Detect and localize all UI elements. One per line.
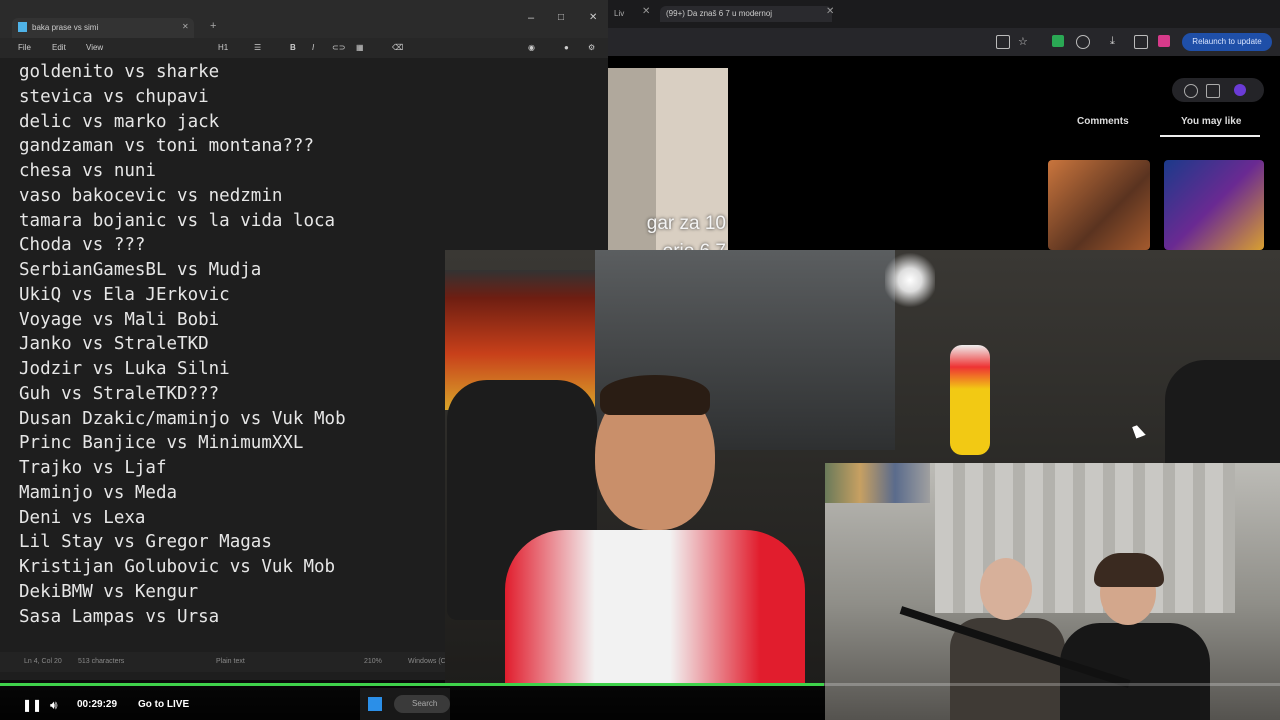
taskbar-search[interactable]: Search [394, 695, 450, 713]
editor-line: chesa vs nuni [19, 161, 156, 181]
editor-line: delic vs marko jack [19, 111, 220, 132]
streamer [485, 375, 805, 685]
editor-line: Choda vs ??? [19, 235, 146, 256]
editor-line: Jodzir vs Luka Silni [19, 359, 230, 379]
jersey [505, 530, 805, 685]
sidebar-icon[interactable] [1134, 35, 1148, 49]
face [980, 558, 1032, 620]
background-person [950, 345, 990, 455]
menu-edit[interactable]: Edit [52, 43, 66, 52]
editor-line: Voyage vs Mali Bobi [19, 309, 220, 330]
person-right [1060, 553, 1210, 720]
extension-icon[interactable] [1052, 35, 1064, 47]
editor-line: Maminjo vs Meda [19, 482, 178, 503]
editor-line: Princ Banjice vs MinimumXXL [19, 433, 304, 454]
menu-view[interactable]: View [86, 43, 103, 52]
editor-line: Lil Stay vs Gregor Magas [19, 532, 272, 553]
editor-line: Deni vs Lexa [19, 507, 146, 528]
new-tab-icon[interactable]: + [210, 20, 216, 32]
settings-icon[interactable]: ⚙ [588, 43, 595, 52]
tab-comments[interactable]: Comments [1077, 116, 1129, 127]
zoom-level[interactable]: 210% [364, 658, 382, 665]
editor-line: UkiQ vs Ela JErkovic [19, 284, 230, 305]
editor-line: Trajko vs Ljaf [19, 458, 167, 478]
account-icon[interactable]: ● [564, 43, 569, 52]
editor-line: tamara bojanic vs la vida loca [19, 210, 336, 231]
editor-line: SerbianGamesBL vs Mudja [19, 260, 262, 280]
editor-line: Janko vs StraleTKD [19, 334, 209, 355]
char-count: 513 characters [78, 658, 125, 665]
notepad-tab[interactable]: baka prase vs simi [12, 18, 194, 38]
browser-tab-active[interactable]: (99+) Da znaš 6 7 u modernoj [660, 6, 832, 22]
clear-format-icon[interactable]: ⌫ [392, 43, 403, 52]
lamp-light [885, 250, 935, 310]
star-icon[interactable]: ☆ [1018, 35, 1030, 48]
playback-time: 00:29:29 [77, 699, 118, 710]
copilot-icon[interactable]: ◉ [528, 43, 535, 52]
table-icon[interactable]: ▦ [356, 43, 364, 52]
tab-you-may-like[interactable]: You may like [1181, 116, 1241, 127]
editor-line: gandzaman vs toni montana??? [19, 136, 315, 157]
video-thumbnail[interactable] [1048, 160, 1150, 250]
volume-icon[interactable]: 🔊︎ [50, 698, 58, 713]
shelf [825, 463, 930, 503]
device-icon[interactable] [1206, 84, 1220, 98]
editor-line: Sasa Lampas vs Ursa [19, 606, 220, 627]
cursor-position: Ln 4, Col 20 [24, 658, 62, 665]
tab-underline [1160, 135, 1260, 137]
list-icon[interactable]: ☰ [254, 43, 261, 52]
close-tab-icon[interactable]: ✕ [182, 22, 189, 31]
close-icon[interactable]: ✕ [826, 6, 834, 17]
menu-file[interactable]: File [18, 43, 31, 52]
editor-line: Guh vs StraleTKD??? [19, 383, 220, 404]
pause-icon[interactable]: ❚❚ [22, 698, 42, 712]
block-icon[interactable] [1184, 84, 1198, 98]
extensions-icon[interactable] [1076, 35, 1090, 49]
close-icon[interactable]: ✕ [589, 12, 597, 23]
minimize-icon[interactable]: – [528, 12, 534, 24]
editor-line: Dusan Dzakic/maminjo vs Vuk Mob [19, 408, 346, 429]
browser-tabbar: Liv ✕ (99+) Da znaš 6 7 u modernoj ✕ [608, 0, 1280, 28]
maximize-icon[interactable]: □ [558, 12, 564, 23]
editor-line: stevica vs chupavi [19, 86, 209, 107]
notepad-titlebar: baka prase vs simi ✕ + – □ ✕ [0, 0, 608, 38]
heading-button[interactable]: H1 [218, 43, 228, 52]
webcam-secondary [825, 463, 1280, 720]
profile-icon[interactable] [1158, 35, 1170, 47]
gaming-chair [1165, 360, 1280, 470]
relaunch-button[interactable]: Relaunch to update [1182, 33, 1272, 51]
link-icon[interactable]: ⊂⊃ [332, 43, 345, 52]
video-thumbnail[interactable] [1164, 160, 1264, 250]
video-player[interactable]: gar za 10 orio 6 7 [608, 68, 728, 262]
notepad-editor[interactable]: goldenito vs sharke stevica vs chupavi del… [19, 60, 346, 629]
bold-icon[interactable]: B [290, 43, 296, 52]
hair [1094, 553, 1164, 587]
editor-line: vaso bakocevic vs nedzmin [19, 185, 283, 206]
notepad-icon [18, 22, 27, 32]
download-icon[interactable]: ⤓ [1110, 35, 1122, 47]
browser-toolbar [608, 28, 1280, 56]
text-format[interactable]: Plain text [216, 658, 245, 665]
video-controls-pill [1172, 78, 1264, 102]
italic-icon[interactable]: I [312, 43, 314, 52]
windows-start-icon[interactable] [368, 697, 382, 711]
go-to-live-button[interactable]: Go to LIVE [138, 699, 189, 710]
hair [600, 375, 710, 415]
screenshot-icon[interactable] [996, 35, 1010, 49]
editor-line: goldenito vs sharke [19, 62, 220, 82]
editor-line: Kristijan Golubovic vs Vuk Mob [19, 557, 336, 577]
avatar[interactable] [1234, 84, 1246, 96]
notepad-menubar: File Edit View H1 ☰ B I ⊂⊃ ▦ ⌫ ◉ ● ⚙ [0, 38, 608, 58]
editor-line: DekiBMW vs Kengur [19, 581, 199, 602]
close-icon[interactable]: ✕ [642, 6, 650, 17]
